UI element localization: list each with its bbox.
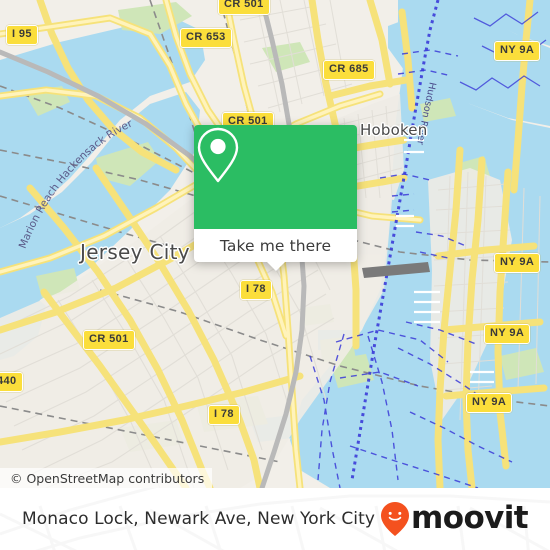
moovit-location-card: Marion Reach Hackensack River Hudson Riv… xyxy=(0,0,550,550)
popup-cta-area[interactable]: Take me there xyxy=(194,229,357,271)
moovit-brand-logo[interactable]: moovit xyxy=(380,499,529,537)
road-shield-ny9a-b[interactable]: NY 9A xyxy=(494,253,541,273)
road-shield-ny9a-d[interactable]: NY 9A xyxy=(466,393,513,413)
road-shield-i95[interactable]: I 95 xyxy=(6,25,38,45)
road-shield-i78-b[interactable]: I 78 xyxy=(208,405,240,425)
map-canvas[interactable]: Marion Reach Hackensack River Hudson Riv… xyxy=(0,0,550,488)
footer-bar: Monaco Lock, Newark Ave, New York City m… xyxy=(0,488,550,550)
road-shield-ny9a-a[interactable]: NY 9A xyxy=(494,41,541,61)
road-shield-ny9a-c[interactable]: NY 9A xyxy=(484,324,531,344)
take-me-there-label: Take me there xyxy=(219,236,332,255)
location-title: Monaco Lock, Newark Ave, New York City xyxy=(22,509,376,529)
location-popup-card[interactable]: Take me there xyxy=(194,125,357,271)
map-pin-icon xyxy=(197,127,239,183)
popup-image-area xyxy=(194,125,357,229)
map-label-jersey-city: Jersey City xyxy=(80,240,190,264)
road-shield-cr501-c[interactable]: CR 501 xyxy=(83,330,135,350)
road-shield-cr501-a[interactable]: CR 501 xyxy=(218,0,270,15)
road-shield-cr653[interactable]: CR 653 xyxy=(180,28,232,48)
moovit-wordmark: moovit xyxy=(411,499,529,536)
road-shield-i78-a[interactable]: I 78 xyxy=(240,280,272,300)
map-label-hoboken: Hoboken xyxy=(360,121,428,139)
map-attribution[interactable]: © OpenStreetMap contributors xyxy=(0,468,213,488)
road-shield-cr685[interactable]: CR 685 xyxy=(323,60,375,80)
road-shield-440[interactable]: 440 xyxy=(0,372,23,392)
popup-tail xyxy=(265,261,286,271)
moovit-pin-icon xyxy=(381,502,410,536)
